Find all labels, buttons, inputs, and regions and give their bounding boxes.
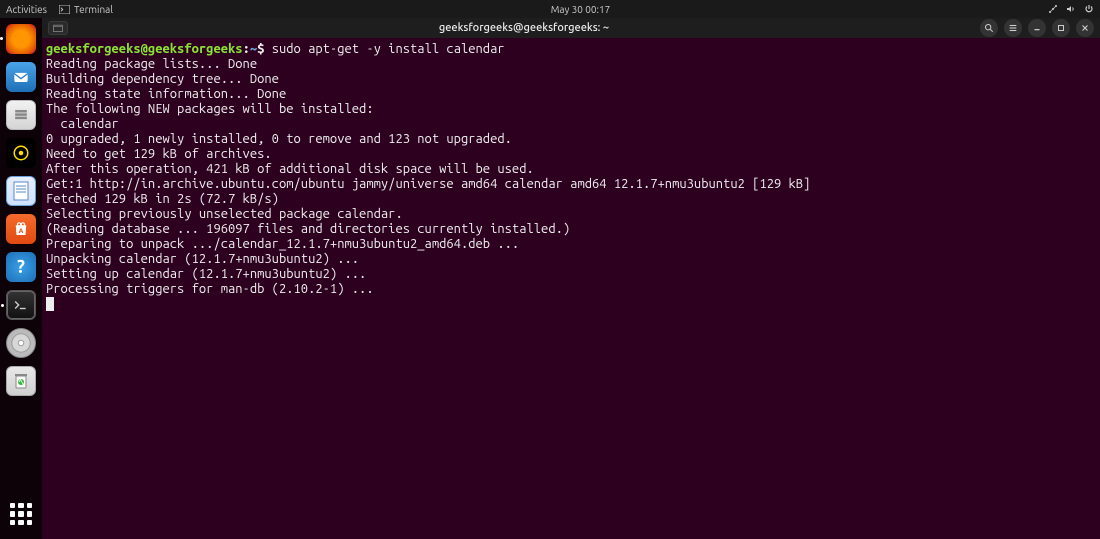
output-line: Get:1 http://in.archive.ubuntu.com/ubunt… — [46, 177, 810, 191]
prompt-user-host: geeksforgeeks@geeksforgeeks — [46, 42, 243, 56]
maximize-button[interactable] — [1052, 19, 1070, 37]
hamburger-icon — [1008, 23, 1018, 33]
terminal-icon — [14, 298, 28, 312]
power-icon — [1084, 4, 1094, 14]
dock-removable-disc[interactable] — [6, 328, 36, 358]
output-line: Processing triggers for man-db (2.10.2-1… — [46, 282, 374, 296]
terminal-icon — [59, 5, 70, 14]
new-tab-icon — [53, 24, 63, 32]
top-panel: Activities Terminal May 30 00:17 — [0, 0, 1100, 18]
files-icon — [11, 105, 31, 125]
output-line: (Reading database ... 196097 files and d… — [46, 222, 570, 236]
output-line: Setting up calendar (12.1.7+nmu3ubuntu2)… — [46, 267, 366, 281]
maximize-icon — [1056, 23, 1066, 33]
show-applications-button[interactable] — [6, 499, 36, 529]
trash-icon — [12, 371, 30, 391]
dock: A ? — [0, 18, 42, 539]
document-icon — [12, 180, 30, 202]
dock-files[interactable] — [6, 100, 36, 130]
minimize-icon — [1032, 23, 1042, 33]
command-text: sudo apt-get -y install calendar — [272, 42, 505, 56]
activities-button[interactable]: Activities — [6, 4, 47, 15]
output-line: Need to get 129 kB of archives. — [46, 147, 272, 161]
speaker-icon — [12, 144, 30, 162]
close-button[interactable] — [1076, 19, 1094, 37]
volume-icon — [1066, 4, 1076, 14]
dock-trash[interactable] — [6, 366, 36, 396]
new-tab-button[interactable] — [48, 21, 68, 35]
dock-help[interactable]: ? — [6, 252, 36, 282]
dock-firefox[interactable] — [6, 24, 36, 54]
terminal-viewport[interactable]: geeksforgeeks@geeksforgeeks:~$ sudo apt-… — [42, 38, 1100, 539]
output-line: The following NEW packages will be insta… — [46, 102, 374, 116]
dock-ubuntu-software[interactable]: A — [6, 214, 36, 244]
dock-rhythmbox[interactable] — [6, 138, 36, 168]
firefox-icon — [10, 28, 32, 50]
terminal-window: geeksforgeeks@geeksforgeeks: ~ geeksforg… — [42, 18, 1100, 539]
output-line: Building dependency tree... Done — [46, 72, 279, 86]
thunderbird-icon — [11, 67, 31, 87]
prompt-colon: : — [243, 42, 250, 56]
window-title: geeksforgeeks@geeksforgeeks: ~ — [68, 22, 980, 34]
output-line: After this operation, 421 kB of addition… — [46, 162, 534, 176]
dock-terminal[interactable] — [6, 290, 36, 320]
focused-app-indicator[interactable]: Terminal — [59, 4, 113, 15]
shopping-bag-icon: A — [12, 220, 30, 238]
clock[interactable]: May 30 00:17 — [113, 4, 1048, 15]
dock-thunderbird[interactable] — [6, 62, 36, 92]
output-line: 0 upgraded, 1 newly installed, 0 to remo… — [46, 132, 512, 146]
disc-icon — [10, 332, 32, 354]
output-line: Selecting previously unselected package … — [46, 207, 403, 221]
output-line: Reading package lists... Done — [46, 57, 257, 71]
output-line: Fetched 129 kB in 2s (72.7 kB/s) — [46, 192, 279, 206]
network-icon — [1048, 4, 1058, 14]
hamburger-menu-button[interactable] — [1004, 19, 1022, 37]
system-tray[interactable] — [1048, 4, 1094, 14]
output-line: calendar — [46, 117, 119, 131]
output-line: Preparing to unpack .../calendar_12.1.7+… — [46, 237, 519, 251]
output-line: Reading state information... Done — [46, 87, 286, 101]
minimize-button[interactable] — [1028, 19, 1046, 37]
dock-libreoffice-writer[interactable] — [6, 176, 36, 206]
svg-text:A: A — [19, 228, 24, 235]
search-button[interactable] — [980, 19, 998, 37]
focused-app-label: Terminal — [74, 4, 113, 15]
terminal-cursor — [46, 297, 54, 311]
prompt-dollar: $ — [257, 42, 264, 56]
window-titlebar: geeksforgeeks@geeksforgeeks: ~ — [42, 18, 1100, 38]
output-line: Unpacking calendar (12.1.7+nmu3ubuntu2) … — [46, 252, 359, 266]
close-icon — [1080, 23, 1090, 33]
search-icon — [984, 23, 994, 33]
